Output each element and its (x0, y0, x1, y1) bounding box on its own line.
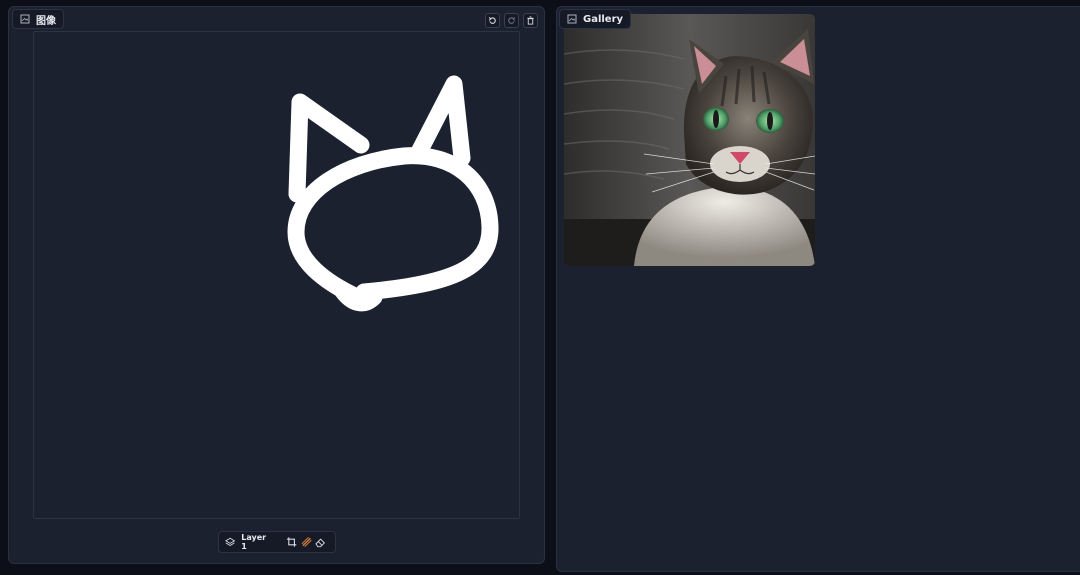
redo-icon (508, 16, 516, 24)
trash-icon (527, 16, 534, 25)
image-icon (567, 14, 577, 24)
eraser-icon[interactable] (315, 536, 326, 548)
image-icon (20, 14, 30, 24)
brush-icon[interactable] (301, 536, 312, 548)
gallery-panel-title: Gallery (583, 13, 624, 25)
redo-button[interactable] (504, 13, 519, 28)
image-panel: 图像 Layer 1 (8, 6, 545, 564)
clear-button[interactable] (523, 13, 538, 28)
drawing-canvas[interactable] (33, 31, 520, 519)
undo-icon (488, 16, 496, 24)
cat-sketch (287, 75, 499, 312)
crop-icon[interactable] (286, 536, 297, 548)
layers-icon[interactable] (225, 537, 236, 548)
cat-photo (564, 14, 815, 266)
layer-label[interactable]: Layer 1 (241, 533, 272, 551)
gallery-panel: Gallery (556, 6, 1080, 572)
canvas-toolbar (485, 13, 538, 28)
undo-button[interactable] (485, 13, 500, 28)
gallery-image-cat[interactable] (564, 14, 815, 266)
gallery-panel-label: Gallery (559, 9, 632, 29)
image-panel-title: 图像 (36, 15, 56, 27)
image-panel-label: 图像 (12, 9, 64, 29)
layer-bar: Layer 1 (218, 531, 336, 553)
